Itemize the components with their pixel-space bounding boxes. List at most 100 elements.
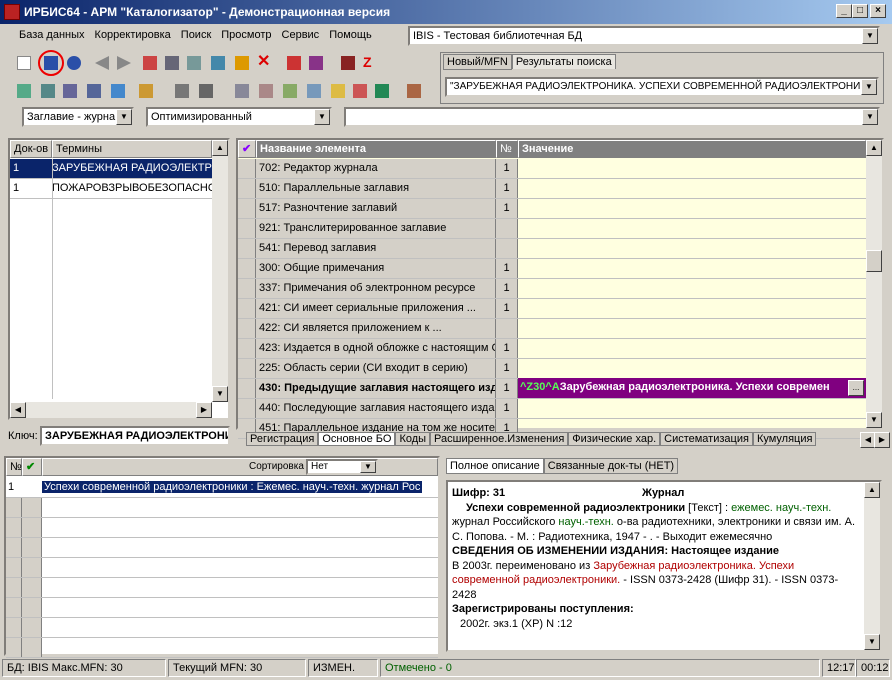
link-icon[interactable]: [108, 81, 128, 101]
check-icon[interactable]: ✔: [238, 140, 256, 158]
tabs-right-icon[interactable]: ▶: [874, 432, 890, 448]
desc-link[interactable]: современной радиоэлектроники.: [452, 574, 620, 586]
key-input[interactable]: ЗАРУБЕЖНАЯ РАДИОЭЛЕКТРОНИ: [40, 426, 230, 446]
search-prefix-select[interactable]: Заглавие - журна ▼: [22, 107, 134, 127]
edit-icon[interactable]: [232, 53, 252, 73]
folder-icon[interactable]: [196, 81, 216, 101]
chevron-down-icon[interactable]: ▼: [360, 461, 376, 473]
filter-icon[interactable]: [84, 81, 104, 101]
chevron-down-icon[interactable]: ▼: [862, 28, 878, 44]
menu-search[interactable]: Поиск: [176, 26, 216, 44]
tab-systematization[interactable]: Систематизация: [660, 432, 753, 446]
tab-related-docs[interactable]: Связанные док-ты (НЕТ): [543, 458, 679, 474]
field-row[interactable]: 440: Последующие заглавия настоящего изд…: [238, 399, 866, 419]
menu-service[interactable]: Сервис: [277, 26, 325, 44]
z3950-icon[interactable]: Z: [360, 53, 380, 73]
menu-help[interactable]: Помощь: [324, 26, 377, 44]
terms-hscrollbar[interactable]: ◀ ▶: [10, 402, 212, 418]
desc-link[interactable]: Зарубежная радиоэлектроника. Успехи: [593, 560, 794, 572]
print-list-icon[interactable]: [256, 81, 276, 101]
search-mode-select[interactable]: Оптимизированный ▼: [146, 107, 332, 127]
find-icon[interactable]: [38, 81, 58, 101]
scroll-right-icon[interactable]: ▶: [196, 402, 212, 418]
term-row[interactable]: 1 ПОЖАРОВЗРЫВОБЕЗОПАСНО: [10, 179, 212, 199]
excel-icon[interactable]: [372, 81, 392, 101]
tab-new-mfn[interactable]: Новый/MFN: [443, 54, 512, 70]
tab-basic[interactable]: Основное БО: [318, 432, 396, 446]
field-row[interactable]: 702: Редактор журнала 1: [238, 159, 866, 179]
chevron-down-icon[interactable]: ▼: [116, 109, 132, 125]
printer-icon[interactable]: [232, 81, 252, 101]
save-icon[interactable]: [38, 50, 64, 76]
minimize-button[interactable]: _: [836, 4, 852, 18]
tab-physical[interactable]: Физические хар.: [568, 432, 661, 446]
print-icon[interactable]: [184, 53, 204, 73]
scroll-thumb[interactable]: [866, 250, 882, 272]
desc-scrollbar[interactable]: ▲ ▼: [864, 482, 880, 650]
ellipsis-button[interactable]: ...: [848, 380, 864, 396]
menu-view[interactable]: Просмотр: [216, 26, 276, 44]
scroll-left-icon[interactable]: ◀: [10, 402, 26, 418]
tab-full-description[interactable]: Полное описание: [446, 458, 544, 474]
tab-cumulation[interactable]: Кумуляция: [752, 432, 817, 446]
tab-codes[interactable]: Коды: [395, 432, 431, 446]
help-icon[interactable]: [404, 81, 424, 101]
field-row[interactable]: 921: Транслитерированное заглавие: [238, 219, 866, 239]
chevron-down-icon[interactable]: ▼: [861, 79, 877, 95]
copy-icon[interactable]: [140, 53, 160, 73]
search-query-select[interactable]: "ЗАРУБЕЖНАЯ РАДИОЭЛЕКТРОНИКА. УСПЕХИ СОВ…: [445, 77, 879, 97]
report-icon[interactable]: [280, 81, 300, 101]
field-row[interactable]: 225: Область серии (СИ входит в серию) 1: [238, 359, 866, 379]
fields-scrollbar[interactable]: ▲ ▼: [866, 140, 882, 428]
menu-database[interactable]: База данных: [14, 26, 90, 44]
field-row[interactable]: 421: СИ имеет сериальные приложения ... 1: [238, 299, 866, 319]
term-row[interactable]: 1 ЗАРУБЕЖНАЯ РАДИОЭЛЕКТР: [10, 159, 212, 179]
field-value-editor[interactable]: ^Z30^AЗарубежная радиоэлектроника. Успех…: [518, 378, 866, 398]
batch-icon[interactable]: [136, 81, 156, 101]
result-row[interactable]: 1 Успехи современной радиоэлектроники : Е…: [6, 478, 438, 498]
field-row[interactable]: 423: Издается в одной обложке с настоящи…: [238, 339, 866, 359]
open-folder-icon[interactable]: [328, 81, 348, 101]
maximize-button[interactable]: □: [852, 4, 868, 18]
chevron-down-icon[interactable]: ▼: [862, 109, 878, 125]
tree-icon[interactable]: [208, 53, 228, 73]
scan-icon[interactable]: [172, 81, 192, 101]
scroll-down-icon[interactable]: ▼: [212, 386, 228, 402]
search-term-input[interactable]: ▼: [344, 107, 880, 127]
stats-icon[interactable]: [350, 81, 370, 101]
database-select[interactable]: IBIS - Тестовая библиотечная БД ▼: [408, 26, 880, 46]
mail-icon[interactable]: [60, 81, 80, 101]
field-row[interactable]: 517: Разночтение заглавий 1: [238, 199, 866, 219]
table-icon[interactable]: [162, 53, 182, 73]
field-row[interactable]: 541: Перевод заглавия: [238, 239, 866, 259]
row-marker: [238, 399, 256, 418]
field-row[interactable]: 422: СИ является приложением к ...: [238, 319, 866, 339]
prev-record-icon[interactable]: [92, 53, 112, 73]
tab-registration[interactable]: Регистрация: [246, 432, 319, 446]
terms-scrollbar[interactable]: ▲ ▼: [212, 140, 228, 402]
import-icon[interactable]: [284, 53, 304, 73]
scroll-down-icon[interactable]: ▼: [866, 412, 882, 428]
search-doc-icon[interactable]: [14, 81, 34, 101]
close-button[interactable]: ×: [870, 4, 886, 18]
sort-select[interactable]: Нет ▼: [306, 459, 378, 475]
scroll-up-icon[interactable]: ▲: [864, 482, 880, 498]
field-row[interactable]: 337: Примечания об электронном ресурсе 1: [238, 279, 866, 299]
tab-extended[interactable]: Расширенное.Изменения: [430, 432, 569, 446]
new-doc-icon[interactable]: [14, 53, 34, 73]
menu-edit[interactable]: Корректировка: [90, 26, 176, 44]
export-icon[interactable]: [306, 53, 326, 73]
delete-icon[interactable]: ✕: [254, 53, 274, 73]
tab-search-results[interactable]: Результаты поиска: [511, 54, 616, 69]
scroll-down-icon[interactable]: ▼: [864, 634, 880, 650]
mark-icon[interactable]: ✔: [22, 458, 42, 476]
next-record-icon[interactable]: [114, 53, 134, 73]
scroll-up-icon[interactable]: ▲: [212, 140, 228, 156]
barcode-icon[interactable]: [338, 53, 358, 73]
chevron-down-icon[interactable]: ▼: [314, 109, 330, 125]
docs-icon[interactable]: [304, 81, 324, 101]
undo-icon[interactable]: [64, 53, 84, 73]
field-row[interactable]: 510: Параллельные заглавия 1: [238, 179, 866, 199]
field-row[interactable]: 300: Общие примечания 1: [238, 259, 866, 279]
scroll-up-icon[interactable]: ▲: [866, 140, 882, 156]
